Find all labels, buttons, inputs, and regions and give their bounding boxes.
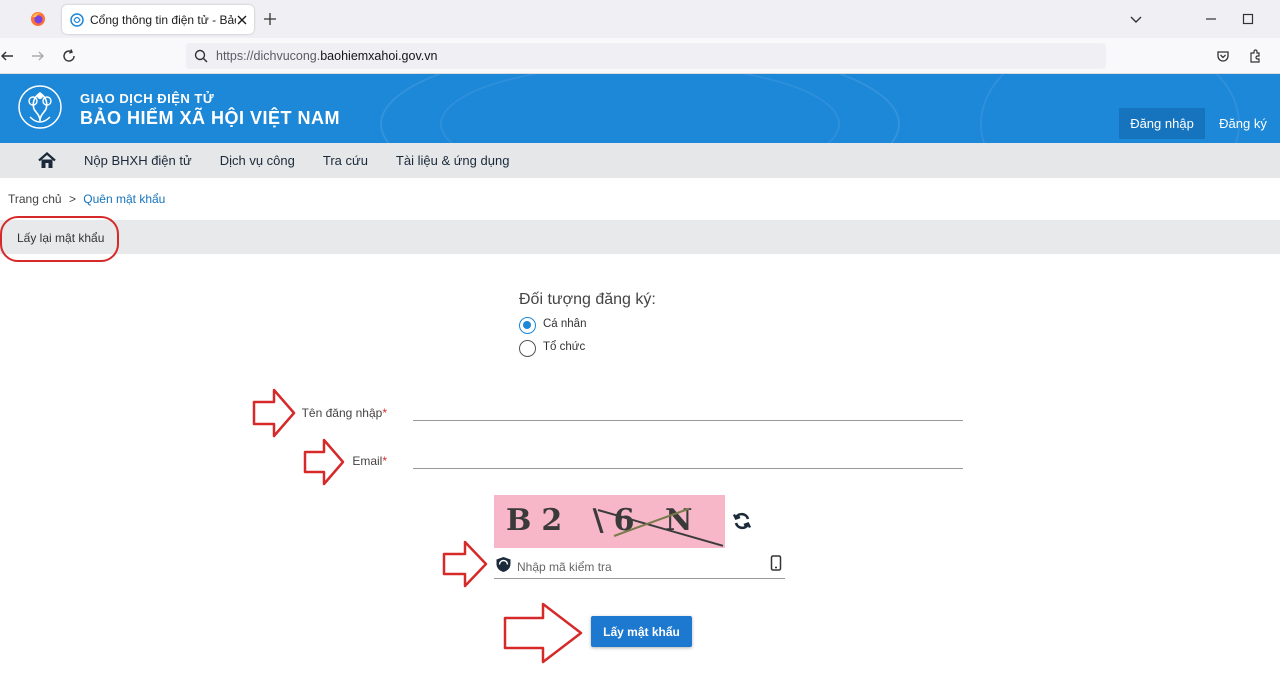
refresh-icon[interactable] [732, 511, 752, 531]
email-input[interactable] [413, 446, 963, 468]
brand-title: BẢO HIỂM XÃ HỘI VIỆT NAM [80, 108, 341, 128]
globe-icon [70, 12, 84, 27]
email-label-text: Email [352, 454, 383, 468]
username-label: Tên đăng nhập* [290, 406, 387, 420]
radio-label-ca-nhan: Cá nhân [543, 318, 587, 330]
login-button[interactable]: Đăng nhập [1119, 108, 1205, 139]
captcha-underline [494, 578, 785, 579]
nav-item-dich-vu-cong[interactable]: Dịch vụ công [220, 153, 295, 168]
captcha-image: B2 \6 N [494, 495, 725, 548]
annotation-arrow-icon [503, 602, 583, 664]
close-tab-icon[interactable] [236, 14, 248, 26]
url-prefix: https://dichvucong. [216, 49, 321, 63]
reload-icon[interactable] [62, 49, 76, 63]
search-icon [194, 49, 208, 63]
maximize-icon[interactable] [1241, 12, 1255, 26]
section-header [0, 220, 1280, 254]
nav-item-tai-lieu[interactable]: Tài liệu & ứng dụng [396, 153, 510, 168]
required-mark: * [382, 454, 387, 468]
home-icon[interactable] [38, 152, 56, 169]
bhxh-logo-icon[interactable] [16, 83, 64, 133]
url-domain: baohiemxahoi.gov.vn [320, 49, 438, 63]
nav-item-nop-bhxh[interactable]: Nộp BHXH điện tử [84, 153, 192, 168]
captcha-input[interactable] [517, 558, 762, 576]
chevron-down-icon[interactable] [1129, 12, 1143, 26]
required-mark: * [382, 406, 387, 420]
username-input[interactable] [413, 398, 963, 420]
annotation-arrow-icon [442, 540, 488, 588]
breadcrumb-home[interactable]: Trang chủ [8, 192, 62, 206]
browser-tab-bar: Cổng thông tin điện tử - Bảo hiểm [0, 0, 1280, 38]
radio-to-chuc[interactable] [519, 340, 536, 357]
main-nav: Nộp BHXH điện tử Dịch vụ công Tra cứu Tà… [0, 143, 1280, 178]
breadcrumb-current[interactable]: Quên mật khẩu [83, 192, 165, 206]
username-label-text: Tên đăng nhập [301, 406, 383, 420]
nav-item-tra-cuu[interactable]: Tra cứu [323, 153, 368, 168]
tab-title: Cổng thông tin điện tử - Bảo hiểm [90, 12, 236, 27]
minimize-icon[interactable] [1204, 12, 1218, 26]
active-tab[interactable]: Cổng thông tin điện tử - Bảo hiểm [62, 5, 254, 34]
mobile-phone-icon[interactable] [770, 555, 782, 571]
forward-arrow-icon[interactable] [31, 49, 45, 63]
browser-toolbar: https://dichvucong. baohiemxahoi.gov.vn [0, 38, 1280, 74]
header-pattern [440, 74, 840, 143]
username-underline [413, 420, 963, 421]
plus-icon[interactable] [263, 12, 277, 26]
address-bar[interactable]: https://dichvucong. baohiemxahoi.gov.vn [186, 43, 1106, 69]
subject-type-label: Đối tượng đăng ký: [519, 291, 656, 308]
breadcrumb-separator: > [68, 192, 76, 206]
back-arrow-icon[interactable] [0, 49, 14, 63]
register-link[interactable]: Đăng ký [1212, 108, 1274, 139]
email-label: Email* [330, 454, 387, 468]
pocket-icon[interactable] [1216, 49, 1230, 63]
firefox-icon[interactable] [30, 11, 46, 27]
radio-ca-nhan[interactable] [519, 317, 536, 334]
breadcrumb: Trang chủ > Quên mật khẩu [8, 192, 165, 206]
get-password-button[interactable]: Lấy mật khẩu [591, 616, 692, 647]
extensions-icon[interactable] [1248, 49, 1262, 63]
email-underline [413, 468, 963, 469]
shield-icon [496, 557, 511, 572]
brand-subtitle: GIAO DỊCH ĐIỆN TỬ [80, 91, 215, 106]
site-header: GIAO DỊCH ĐIỆN TỬ BẢO HIỂM XÃ HỘI VIỆT N… [0, 74, 1280, 143]
radio-label-to-chuc: Tổ chức [543, 341, 586, 353]
annotation-highlight-oval [0, 216, 119, 262]
